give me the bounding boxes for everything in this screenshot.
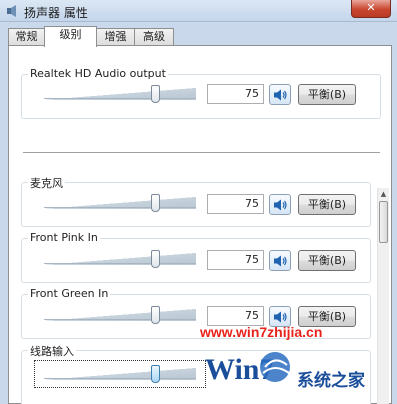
master-volume-slider[interactable] xyxy=(44,85,196,103)
levels-panel: Realtek HD Audio output 75 平衡(B) 麦克风 75 xyxy=(8,45,392,404)
master-balance-button[interactable]: 平衡(B) xyxy=(298,84,356,105)
front-green-in-volume-value[interactable]: 75 xyxy=(207,306,264,326)
tab-enhancements[interactable]: 增强 xyxy=(96,28,135,46)
tab-levels[interactable]: 级别 xyxy=(44,26,97,47)
slider-thumb[interactable] xyxy=(151,194,160,212)
speaker-icon xyxy=(274,89,287,101)
channel-group-microphone: 麦克风 75 平衡(B) xyxy=(21,175,371,227)
front-pink-in-volume-value[interactable]: 75 xyxy=(207,250,264,270)
speaker-icon xyxy=(274,255,287,267)
slider-thumb[interactable] xyxy=(151,365,160,383)
microphone-mute-button[interactable] xyxy=(269,194,291,215)
slider-baseline xyxy=(44,378,196,379)
front-pink-in-mute-button[interactable] xyxy=(269,250,291,271)
section-separator xyxy=(23,152,380,154)
front-pink-in-volume-slider[interactable] xyxy=(44,250,196,268)
slider-baseline xyxy=(44,207,196,208)
tab-advanced[interactable]: 高级 xyxy=(134,28,174,46)
channel-label: Front Pink In xyxy=(28,231,100,244)
channel-label: Front Green In xyxy=(28,287,111,300)
slider-thumb[interactable] xyxy=(151,85,160,103)
watermark-url: www.win7zhijia.cn xyxy=(200,324,323,340)
tab-general[interactable]: 常规 xyxy=(8,28,45,46)
scroll-thumb[interactable] xyxy=(379,201,388,243)
front-green-in-volume-slider[interactable] xyxy=(44,306,196,324)
speaker-icon xyxy=(274,199,287,211)
channel-label: 线路输入 xyxy=(28,343,76,359)
close-icon: ✕ xyxy=(366,1,376,14)
slider-thumb[interactable] xyxy=(151,306,160,324)
master-output-label: Realtek HD Audio output xyxy=(28,67,168,80)
scroll-up-icon[interactable]: ▲ xyxy=(378,188,389,200)
microphone-balance-button[interactable]: 平衡(B) xyxy=(298,194,356,215)
master-volume-value[interactable]: 75 xyxy=(207,84,264,104)
microphone-volume-slider[interactable] xyxy=(44,194,196,212)
speaker-icon xyxy=(274,311,287,323)
speaker-app-icon xyxy=(7,5,16,17)
front-pink-in-balance-button[interactable]: 平衡(B) xyxy=(298,250,356,271)
win7-logo-icon: Win7 xyxy=(205,352,290,386)
watermark-brand: 系统之家 xyxy=(297,371,365,391)
slider-baseline xyxy=(44,319,196,320)
tab-strip: 常规 级别 增强 高级 xyxy=(8,26,393,47)
master-output-group: Realtek HD Audio output 75 平衡(B) xyxy=(21,67,381,119)
slider-baseline xyxy=(44,263,196,264)
channel-label: 麦克风 xyxy=(28,175,65,191)
microphone-volume-value[interactable]: 75 xyxy=(207,194,264,214)
title-bar: 扬声器 属性 ✕ xyxy=(0,0,397,22)
vertical-scrollbar[interactable]: ▲ xyxy=(377,188,389,404)
close-button[interactable]: ✕ xyxy=(351,0,391,18)
master-mute-button[interactable] xyxy=(269,84,291,105)
slider-thumb[interactable] xyxy=(151,250,160,268)
window-title: 扬声器 属性 xyxy=(24,6,88,20)
line-in-volume-slider[interactable] xyxy=(44,365,196,383)
channel-group-front-pink-in: Front Pink In 75 平衡(B) xyxy=(21,231,371,283)
slider-baseline xyxy=(44,98,196,99)
